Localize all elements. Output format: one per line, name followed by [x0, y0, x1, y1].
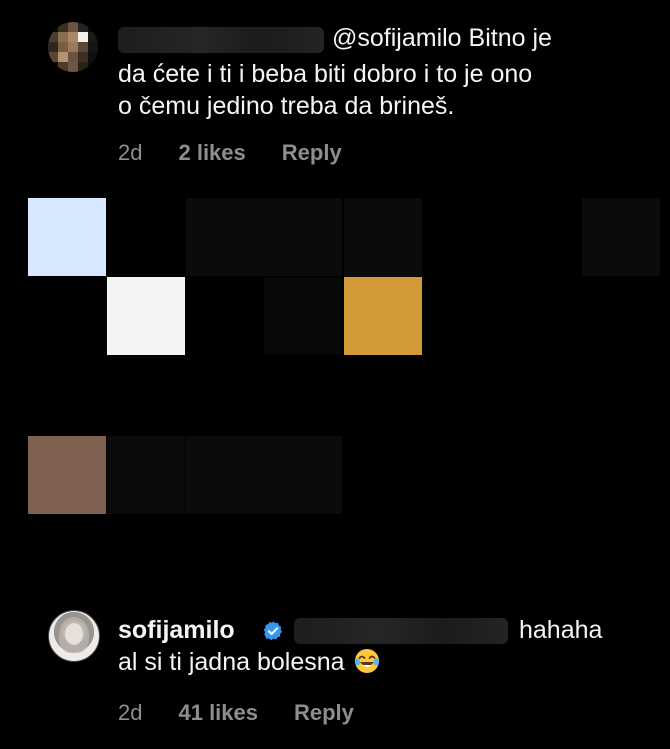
- verified-badge-icon: [263, 621, 282, 641]
- mosaic-tile: [582, 198, 660, 276]
- mosaic-tile: [264, 277, 342, 355]
- mosaic-tile: [264, 198, 342, 276]
- mosaic-tile: [186, 198, 264, 276]
- user-avatar[interactable]: [48, 610, 100, 662]
- timestamp: 2d: [118, 700, 143, 725]
- mosaic-tile: [344, 198, 422, 276]
- comment-text: al si ti jadna bolesna: [118, 648, 345, 676]
- comment-meta: 2d 41 likes Reply: [118, 700, 354, 726]
- comment-text: @sofijamilo Bitno je: [332, 22, 632, 54]
- likes-count[interactable]: 41 likes: [178, 700, 258, 726]
- reply-button[interactable]: Reply: [294, 700, 354, 726]
- mosaic-tile: [344, 277, 422, 355]
- avatar-face: [65, 623, 83, 645]
- comment-meta: 2d 2 likes Reply: [118, 140, 342, 166]
- comment-text-line-2: al si ti jadna bolesna: [118, 646, 638, 678]
- mosaic-tile: [264, 436, 342, 514]
- username-redacted[interactable]: [118, 27, 324, 53]
- comment-text-part: Bitno je: [468, 24, 552, 52]
- mosaic-tile: [186, 436, 264, 514]
- commenter-avatar-pixelated[interactable]: [48, 22, 98, 72]
- comment-text-part: hahaha: [519, 616, 603, 644]
- mosaic-tile: [107, 436, 185, 514]
- mosaic-tile: [28, 198, 106, 276]
- mosaic-tile: [107, 277, 185, 355]
- comment-text-line-3: o čemu jedino treba da brineš.: [118, 92, 455, 120]
- mentioned-user-redacted[interactable]: [294, 618, 508, 644]
- username-link[interactable]: sofijamilo: [118, 614, 235, 646]
- reply-button[interactable]: Reply: [282, 140, 342, 166]
- timestamp: 2d: [118, 140, 143, 165]
- likes-count[interactable]: 2 likes: [178, 140, 245, 166]
- face-with-tears-of-joy-icon: [354, 649, 379, 673]
- mention-link[interactable]: @sofijamilo: [332, 24, 462, 52]
- comment-text-line-2: da ćete i ti i beba biti dobro i to je o…: [118, 60, 533, 88]
- mosaic-tile: [28, 436, 106, 514]
